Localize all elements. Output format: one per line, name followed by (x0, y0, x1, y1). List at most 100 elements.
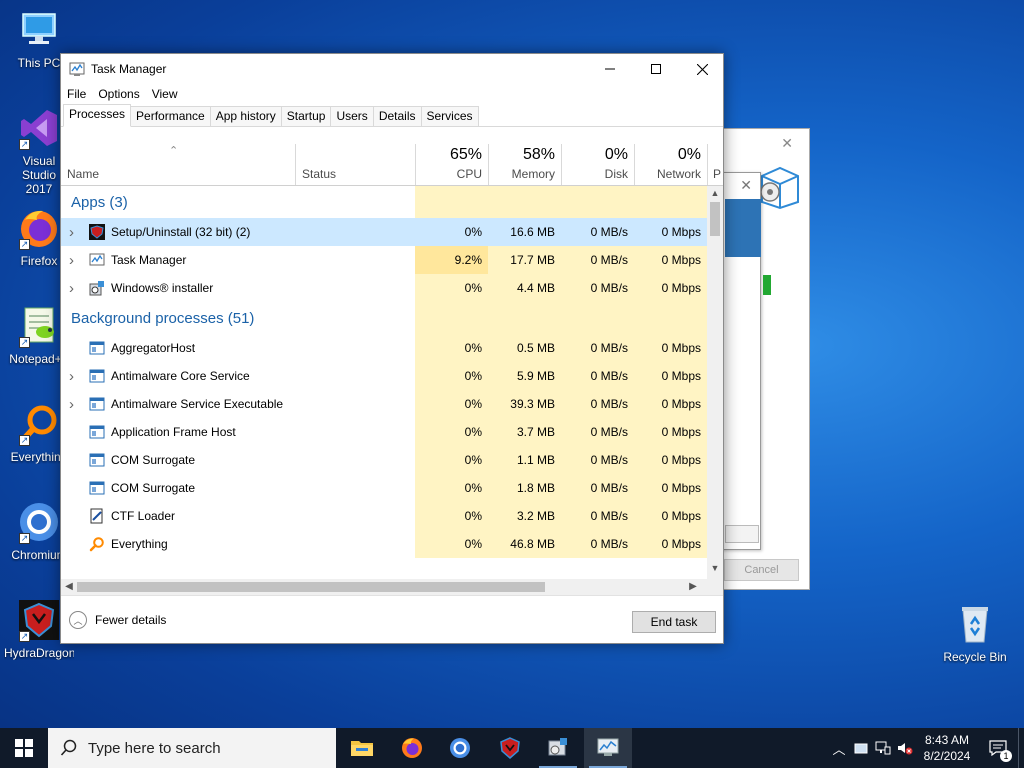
process-name: CTF Loader (111, 509, 176, 523)
menu-file[interactable]: File (67, 87, 86, 101)
close-button[interactable] (679, 54, 723, 84)
show-desktop-button[interactable] (1018, 728, 1024, 768)
column-status-label: Status (302, 167, 337, 181)
column-header-disk[interactable]: 0% Disk (561, 144, 634, 185)
sort-ascending-icon: ⌃ (169, 145, 179, 157)
tab-performance[interactable]: Performance (130, 106, 211, 126)
column-header-memory[interactable]: 58% Memory (488, 144, 561, 185)
process-network-value: 0 Mbps (661, 281, 701, 295)
heat-cell (561, 186, 634, 218)
task-manager-icon (69, 61, 85, 77)
close-icon[interactable]: ✕ (740, 177, 752, 194)
column-name-label: Name (67, 167, 100, 181)
process-row[interactable]: 0% 46.8 MB 0 MB/s 0 Mbps Everything (61, 530, 707, 558)
menu-view[interactable]: View (152, 87, 178, 101)
menu-options[interactable]: Options (98, 87, 139, 101)
heat-cell (488, 186, 561, 218)
process-row[interactable]: 0% 16.6 MB 0 MB/s 0 Mbps › Setup/Uninstall (3… (61, 218, 707, 246)
hydradragon-icon: ↗ (17, 598, 61, 642)
minimize-icon (605, 68, 615, 70)
scrollbar-thumb[interactable] (77, 582, 545, 592)
scroll-right-icon[interactable]: ▶ (685, 579, 701, 595)
process-memory-value: 4.4 MB (516, 281, 555, 295)
column-header-cpu[interactable]: 65% CPU (415, 144, 488, 185)
tab-users[interactable]: Users (330, 106, 374, 126)
notification-count-badge: 1 (1000, 750, 1012, 762)
column-header-network[interactable]: 0% Network (634, 144, 707, 185)
close-icon[interactable]: ✕ (781, 135, 793, 152)
title-bar[interactable]: Task Manager (61, 54, 723, 84)
desktop-icon-recycle-bin[interactable]: Recycle Bin (940, 602, 1010, 664)
taskbar-clock[interactable]: 8:43 AM 8/2/2024 (916, 732, 978, 764)
process-cpu-value: 0% (464, 397, 482, 411)
process-cpu-value: 0% (464, 537, 482, 551)
process-row[interactable]: 0% 3.7 MB 0 MB/s 0 Mbps Application Frame Ho… (61, 418, 707, 446)
tab-details[interactable]: Details (372, 106, 422, 126)
tray-app-icon[interactable] (850, 741, 872, 755)
expand-chevron-icon[interactable]: › (69, 390, 74, 418)
tab-processes[interactable]: Processes (63, 104, 132, 127)
horizontal-scrollbar[interactable]: ◀ ▶ (61, 579, 707, 595)
tab-app-history[interactable]: App history (209, 106, 282, 126)
expand-chevron-icon[interactable]: › (69, 362, 74, 390)
process-row[interactable]: 0% 5.9 MB 0 MB/s 0 Mbps › Antimalware Core Se… (61, 362, 707, 390)
column-header-status[interactable]: Status (295, 144, 415, 185)
service-icon (89, 424, 105, 440)
process-row[interactable]: 0% 4.4 MB 0 MB/s 0 Mbps › Windows® installer (61, 274, 707, 302)
process-disk-value: 0 MB/s (590, 225, 628, 239)
taskbar-windows-installer[interactable] (534, 728, 582, 768)
scroll-left-icon[interactable]: ◀ (61, 579, 77, 595)
taskbar-hydradragon[interactable] (486, 728, 534, 768)
end-task-button[interactable]: End task (632, 611, 716, 633)
process-network-value: 0 Mbps (661, 509, 701, 523)
tab-startup[interactable]: Startup (280, 106, 332, 126)
column-header-name[interactable]: ⌃ Name (61, 144, 295, 185)
column-memory-label: Memory (511, 167, 555, 181)
maximize-button[interactable] (633, 54, 679, 84)
cancel-button[interactable]: Cancel (724, 559, 799, 581)
taskbar-task-manager[interactable] (584, 728, 632, 768)
process-disk-value: 0 MB/s (590, 253, 628, 267)
minimize-button[interactable] (587, 54, 633, 84)
show-hidden-icons-button[interactable]: ︿ (828, 739, 850, 758)
fewer-details-link[interactable]: ︿ Fewer details (69, 611, 166, 629)
process-row[interactable]: 0% 1.8 MB 0 MB/s 0 Mbps COM Surrogate (61, 474, 707, 502)
process-name: COM Surrogate (111, 481, 196, 495)
task-manager-window[interactable]: Task Manager File Options View Processes… (60, 53, 724, 644)
process-network-value: 0 Mbps (661, 481, 701, 495)
column-cpu-label: CPU (456, 167, 482, 181)
taskbar-search-box[interactable]: Type here to search (48, 728, 336, 768)
tab-services[interactable]: Services (420, 106, 479, 126)
process-list[interactable]: Apps (3) 0% 16.6 MB 0 MB/s 0 Mbps › Setup/Unin… (61, 186, 707, 579)
process-cpu-value: 0% (464, 509, 482, 523)
expand-chevron-icon[interactable]: › (69, 246, 74, 274)
desktop-icon-label: HydraDragon (4, 646, 74, 660)
process-cpu-value: 0% (464, 481, 482, 495)
vertical-scrollbar[interactable]: ▲ ▼ (707, 186, 723, 579)
process-memory-value: 3.2 MB (516, 509, 555, 523)
network-tray-button[interactable] (872, 741, 894, 755)
scroll-down-icon[interactable]: ▼ (707, 563, 723, 577)
expand-chevron-icon[interactable]: › (69, 218, 74, 246)
process-row[interactable]: 0% 1.1 MB 0 MB/s 0 Mbps COM Surrogate (61, 446, 707, 474)
column-header-power[interactable]: P (707, 144, 723, 185)
clock-date: 8/2/2024 (923, 749, 971, 763)
process-row[interactable]: 0% 0.5 MB 0 MB/s 0 Mbps AggregatorHost (61, 334, 707, 362)
installer-box-icon (756, 162, 802, 210)
action-center-button[interactable]: 1 (978, 740, 1018, 762)
expand-chevron-icon[interactable]: › (69, 274, 74, 302)
taskbar-firefox[interactable] (388, 728, 436, 768)
process-row[interactable]: 0% 3.2 MB 0 MB/s 0 Mbps CTF Loader (61, 502, 707, 530)
start-button[interactable] (0, 728, 48, 768)
volume-tray-button[interactable] (894, 741, 916, 755)
process-row[interactable]: 0% 39.3 MB 0 MB/s 0 Mbps › Antimalware Servic… (61, 390, 707, 418)
scroll-up-icon[interactable]: ▲ (707, 188, 723, 202)
scrollbar-thumb[interactable] (710, 202, 720, 236)
taskbar-file-explorer[interactable] (338, 728, 386, 768)
process-row[interactable]: 9.2% 17.7 MB 0 MB/s 0 Mbps › Task Manager (61, 246, 707, 274)
process-disk-value: 0 MB/s (590, 481, 628, 495)
process-network-value: 0 Mbps (661, 341, 701, 355)
process-name: AggregatorHost (111, 341, 196, 355)
column-power-label: P (713, 167, 722, 181)
taskbar-chromium[interactable] (436, 728, 484, 768)
